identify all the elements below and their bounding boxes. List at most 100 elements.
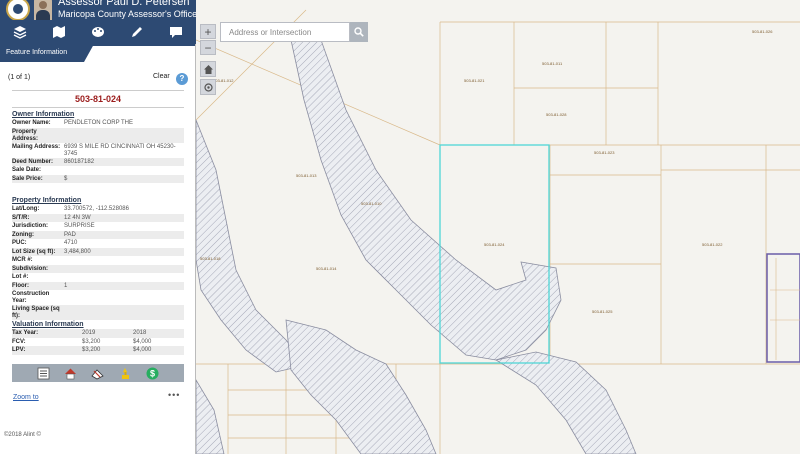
parcel-map[interactable]: 503-81-012 503-81-013 503-81-014 503-81-… [196,0,800,454]
info-row: Sale Price: $ [12,174,184,183]
info-row: Zoning: PAD [12,230,184,239]
info-row: S/T/R: 12 4N 3W [12,213,184,222]
district-boundary [766,253,800,363]
basemap-button[interactable] [39,20,78,44]
info-label: Jurisdiction: [12,223,49,229]
info-label: Deed Number: [12,158,54,165]
info-row: MCR #: [12,256,184,265]
panel-tab-strip [84,44,195,46]
parcel-label: 503-81-022 [702,242,723,247]
info-value: 33.700572, -112.528086 [64,206,129,212]
info-value: $ [64,175,68,182]
more-options-button[interactable]: ••• [168,390,180,400]
details-button[interactable] [37,366,51,380]
comment-icon [170,27,183,38]
county-seal-logo [6,0,30,20]
info-label: Construction Year: [12,291,50,304]
help-icon[interactable]: ? [176,73,188,85]
info-row: Floor: 1 [12,281,184,290]
home-icon [203,64,213,74]
info-label: Property Address: [12,128,39,142]
info-row: Mailing Address: 6939 S MILE RD CINCINNAT… [12,143,184,158]
valuation-value: $4,000 [133,347,152,353]
valuation-section-title: Valuation Information [12,321,84,328]
zoom-in-button[interactable]: + [200,24,216,39]
comment-button[interactable] [157,20,196,44]
info-value [64,305,184,320]
search-button[interactable] [350,22,368,42]
info-row: Lat/Long: 33.700572, -112.528086 [12,205,184,214]
zoom-out-button[interactable]: − [200,40,216,55]
info-label: Subdivision: [12,265,48,272]
parcel-label: 503-81-018 [200,256,221,261]
locate-button[interactable] [200,79,216,95]
info-label: Lot Size (sq ft): [12,248,56,255]
valuation-value: $3,200 [82,338,101,345]
info-value: 12 4N 3W [64,214,91,221]
palette-button[interactable] [78,20,117,44]
info-label: S/T/R: [12,214,30,221]
map-view-button[interactable] [91,366,105,380]
info-value: 4710 [64,240,78,246]
info-value: PAD [64,231,76,238]
parcel-label: 503-81-014 [316,266,337,271]
layers-button[interactable] [0,20,39,44]
parcel-label: 503-81-026 [752,29,773,34]
info-value: PENDLETON CORP THE [64,120,134,126]
info-value: 3,484,800 [64,248,91,255]
parcel-label: 503-81-011 [542,61,563,66]
valuation-label: Tax Year: [12,330,39,336]
info-label: Lot #: [12,274,29,280]
info-row: Construction Year: [12,290,184,305]
residence-button[interactable] [64,366,78,380]
app-root: Assessor Paul D. Petersen Maricopa Count… [0,0,800,454]
valuation-row: LPV: $3,200 $4,000 [12,346,184,355]
parcel-lines [196,9,800,454]
copyright-text: ©2018 Alint © [4,432,41,438]
address-search-input[interactable]: Address or Intersection [220,22,350,42]
flag-button[interactable] [118,366,132,380]
app-title: Assessor Paul D. Petersen [58,0,190,8]
basemap-icon [52,26,65,38]
tab-feature-information[interactable]: Feature Information [0,44,94,62]
svg-text:$: $ [150,368,155,378]
palette-icon [92,27,104,37]
parcel-label: 503-81-021 [464,78,485,83]
property-section-title: Property Information [12,197,82,204]
info-label: Zoning: [12,231,34,238]
info-label: Lat/Long: [12,206,40,212]
parcel-label: 503-81-025 [592,309,613,314]
parcel-label: 503-81-024 [484,242,505,247]
valuation-button[interactable]: $ [145,366,159,380]
search-icon [354,27,364,37]
parcel-label: 503-81-010 [361,201,382,206]
action-bar: $ [12,364,184,382]
home-view-button[interactable] [200,61,216,77]
valuation-value: 2018 [133,330,147,336]
zoom-to-link[interactable]: Zoom to [13,394,39,401]
info-row: Living Space (sq ft): [12,305,184,320]
clear-button[interactable]: Clear [153,73,170,80]
property-rows: Lat/Long: 33.700572, -112.528086 S/T/R: 12 … [12,205,184,320]
draw-button[interactable] [118,20,157,44]
flag-icon [121,367,129,379]
info-label: Owner Name: [12,120,51,126]
valuation-label: FCV: [12,338,26,345]
info-row: PUC: 4710 [12,239,184,248]
info-label: MCR #: [12,257,33,263]
pencil-icon [132,27,143,37]
map-view[interactable]: 503-81-012 503-81-013 503-81-014 503-81-… [196,0,800,454]
info-row: Deed Number: 860187182 [12,157,184,166]
info-row: Owner Name: PENDLETON CORP THE [12,119,184,128]
owner-section: Owner Information Owner Name: PENDLETON C… [12,110,184,183]
info-label: Living Space (sq ft): [12,306,60,319]
property-section: Property Information Lat/Long: 33.700572,… [12,196,184,320]
info-value [64,273,184,282]
info-value: 6939 S MILE RD CINCINNATI OH 45230-3745 [64,143,176,157]
info-value [64,265,184,274]
info-label: PUC: [12,240,27,246]
info-label: Floor: [12,282,29,289]
info-value: 860187182 [64,158,95,165]
list-icon [37,367,50,379]
parcel-label: 503-81-012 [213,78,234,83]
